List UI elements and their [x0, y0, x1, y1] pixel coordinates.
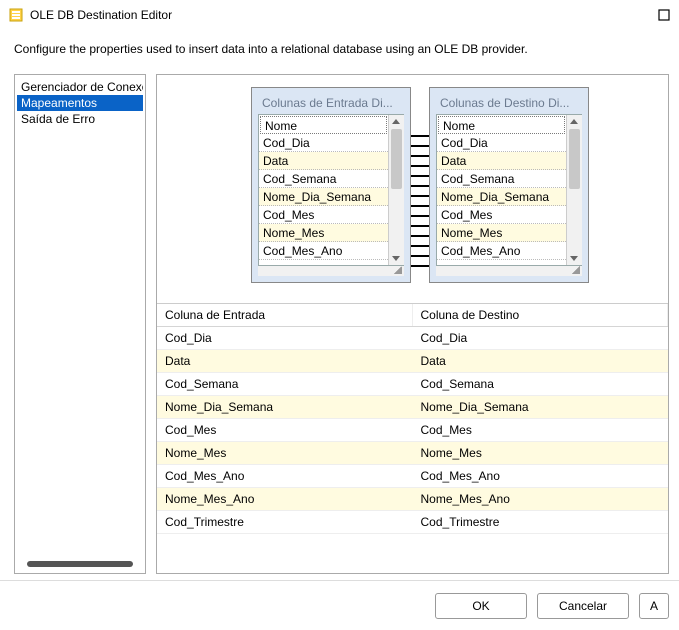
cell-destination-column[interactable]: Data	[413, 350, 669, 372]
table-row[interactable]: Cod_MesCod_Mes	[157, 419, 668, 442]
column-row[interactable]: Cod_Mes_Ano	[259, 242, 388, 260]
cell-input-column[interactable]: Cod_Semana	[157, 373, 413, 395]
cell-input-column[interactable]: Cod_Trimestre	[157, 511, 413, 533]
destination-box-list: NomeCod_DiaDataCod_SemanaNome_Dia_Semana…	[436, 114, 582, 266]
input-box-scrollbar[interactable]	[388, 115, 404, 265]
input-box-header: Colunas de Entrada Di...	[258, 94, 404, 114]
cell-destination-column[interactable]: Cod_Dia	[413, 327, 669, 349]
titlebar: OLE DB Destination Editor	[0, 0, 679, 30]
cell-input-column[interactable]: Nome_Mes	[157, 442, 413, 464]
column-row[interactable]: Nome_Dia_Semana	[259, 188, 388, 206]
column-row[interactable]: Nome	[438, 116, 565, 134]
column-row[interactable]: Nome	[260, 116, 387, 134]
dialog-window: OLE DB Destination Editor Configure the …	[0, 0, 679, 630]
help-button[interactable]: A	[639, 593, 669, 619]
cell-input-column[interactable]: Cod_Dia	[157, 327, 413, 349]
cell-destination-column[interactable]: Cod_Mes	[413, 419, 669, 441]
column-row[interactable]: Cod_Mes	[259, 206, 388, 224]
table-row[interactable]: DataData	[157, 350, 668, 373]
column-row[interactable]: Nome_Mes	[259, 224, 388, 242]
column-row[interactable]: Cod_Semana	[259, 170, 388, 188]
table-row[interactable]: Cod_SemanaCod_Semana	[157, 373, 668, 396]
dialog-description: Configure the properties used to insert …	[0, 30, 679, 74]
cell-destination-column[interactable]: Nome_Dia_Semana	[413, 396, 669, 418]
destination-box-scrollbar[interactable]	[566, 115, 582, 265]
cell-destination-column[interactable]: Nome_Mes_Ano	[413, 488, 669, 510]
mapping-table: Coluna de Entrada Coluna de Destino Cod_…	[157, 303, 668, 573]
dialog-footer: OK Cancelar A	[0, 580, 679, 630]
cell-input-column[interactable]: Cod_Mes	[157, 419, 413, 441]
header-destination-column[interactable]: Coluna de Destino	[413, 304, 669, 326]
main-area: Gerenciador de ConexõesMapeamentosSaída …	[0, 74, 679, 580]
column-row[interactable]: Cod_Semana	[437, 170, 566, 188]
table-row[interactable]: Nome_MesNome_Mes	[157, 442, 668, 465]
cell-input-column[interactable]: Nome_Dia_Semana	[157, 396, 413, 418]
destination-box-resize[interactable]	[436, 266, 582, 276]
input-box-list: NomeCod_DiaDataCod_SemanaNome_Dia_Semana…	[258, 114, 404, 266]
ok-button[interactable]: OK	[435, 593, 527, 619]
table-row[interactable]: Cod_DiaCod_Dia	[157, 327, 668, 350]
cell-destination-column[interactable]: Cod_Mes_Ano	[413, 465, 669, 487]
input-columns-box[interactable]: Colunas de Entrada Di... NomeCod_DiaData…	[251, 87, 411, 283]
sidebar-scrollbar[interactable]	[17, 555, 143, 569]
column-row[interactable]: Data	[259, 152, 388, 170]
content-panel: Colunas de Entrada Di... NomeCod_DiaData…	[156, 74, 669, 574]
cell-destination-column[interactable]: Nome_Mes	[413, 442, 669, 464]
column-row[interactable]: Cod_Dia	[259, 134, 388, 152]
cell-destination-column[interactable]: Cod_Trimestre	[413, 511, 669, 533]
column-row[interactable]: Cod_Dia	[437, 134, 566, 152]
mapping-table-header: Coluna de Entrada Coluna de Destino	[157, 304, 668, 327]
cell-input-column[interactable]: Nome_Mes_Ano	[157, 488, 413, 510]
column-row[interactable]: Data	[437, 152, 566, 170]
input-box-resize[interactable]	[258, 266, 404, 276]
table-row[interactable]: Nome_Dia_SemanaNome_Dia_Semana	[157, 396, 668, 419]
table-row[interactable]: Nome_Mes_AnoNome_Mes_Ano	[157, 488, 668, 511]
header-input-column[interactable]: Coluna de Entrada	[157, 304, 413, 326]
cancel-button[interactable]: Cancelar	[537, 593, 629, 619]
column-row[interactable]: Nome_Mes	[437, 224, 566, 242]
sidebar-item[interactable]: Mapeamentos	[17, 95, 143, 111]
sidebar-item[interactable]: Gerenciador de Conexões	[17, 79, 143, 95]
cell-input-column[interactable]: Data	[157, 350, 413, 372]
sidebar-item[interactable]: Saída de Erro	[17, 111, 143, 127]
destination-box-header: Colunas de Destino Di...	[436, 94, 582, 114]
column-row[interactable]: Nome_Dia_Semana	[437, 188, 566, 206]
window-title: OLE DB Destination Editor	[30, 8, 172, 22]
app-icon	[8, 7, 24, 23]
mapping-diagram: Colunas de Entrada Di... NomeCod_DiaData…	[157, 75, 668, 303]
destination-columns-box[interactable]: Colunas de Destino Di... NomeCod_DiaData…	[429, 87, 589, 283]
cell-destination-column[interactable]: Cod_Semana	[413, 373, 669, 395]
maximize-icon[interactable]	[657, 8, 671, 22]
table-row[interactable]: Cod_TrimestreCod_Trimestre	[157, 511, 668, 534]
page-sidebar: Gerenciador de ConexõesMapeamentosSaída …	[14, 74, 146, 574]
table-row[interactable]: Cod_Mes_AnoCod_Mes_Ano	[157, 465, 668, 488]
column-row[interactable]: Cod_Mes	[437, 206, 566, 224]
column-row[interactable]: Cod_Mes_Ano	[437, 242, 566, 260]
cell-input-column[interactable]: Cod_Mes_Ano	[157, 465, 413, 487]
